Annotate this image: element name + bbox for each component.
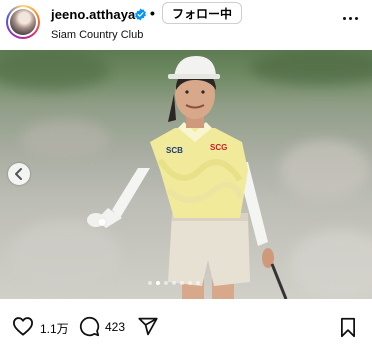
username-link[interactable]: jeeno.atthaya [51, 7, 135, 22]
carousel-dot [196, 281, 200, 285]
sponsor-logo-left: SCB [166, 146, 183, 155]
post-photo[interactable]: SCB SCG [0, 50, 372, 299]
bookmark-icon[interactable] [339, 317, 357, 338]
heart-icon[interactable] [12, 316, 34, 336]
avatar-photo [10, 9, 36, 35]
comment-icon[interactable] [79, 316, 100, 337]
carousel-dot [172, 281, 176, 285]
separator-dot: • [150, 5, 155, 21]
carousel-dot [164, 281, 168, 285]
verified-badge-icon [135, 8, 146, 21]
share-icon[interactable] [137, 316, 159, 337]
golfer-figure [87, 56, 288, 299]
following-button[interactable]: フォロー中 [162, 2, 242, 24]
chevron-left-icon [15, 168, 22, 180]
carousel-prev-button[interactable] [8, 163, 30, 185]
carousel-indicator [148, 281, 228, 287]
carousel-dot [188, 281, 192, 285]
avatar[interactable] [6, 5, 40, 39]
post-header: jeeno.atthaya • フォロー中 Siam Country Club [0, 0, 372, 50]
location-link[interactable]: Siam Country Club [51, 29, 143, 41]
more-options-icon[interactable] [343, 17, 359, 21]
avatar-inner [8, 7, 38, 37]
carousel-dot [180, 281, 184, 285]
like-count[interactable]: 1.1万 [40, 320, 69, 337]
post-actions: 1.1万 423 [0, 299, 372, 345]
carousel-dot [148, 281, 152, 285]
comment-count[interactable]: 423 [105, 320, 125, 334]
sponsor-logo-right: SCG [210, 143, 228, 152]
carousel-dot [156, 281, 160, 285]
